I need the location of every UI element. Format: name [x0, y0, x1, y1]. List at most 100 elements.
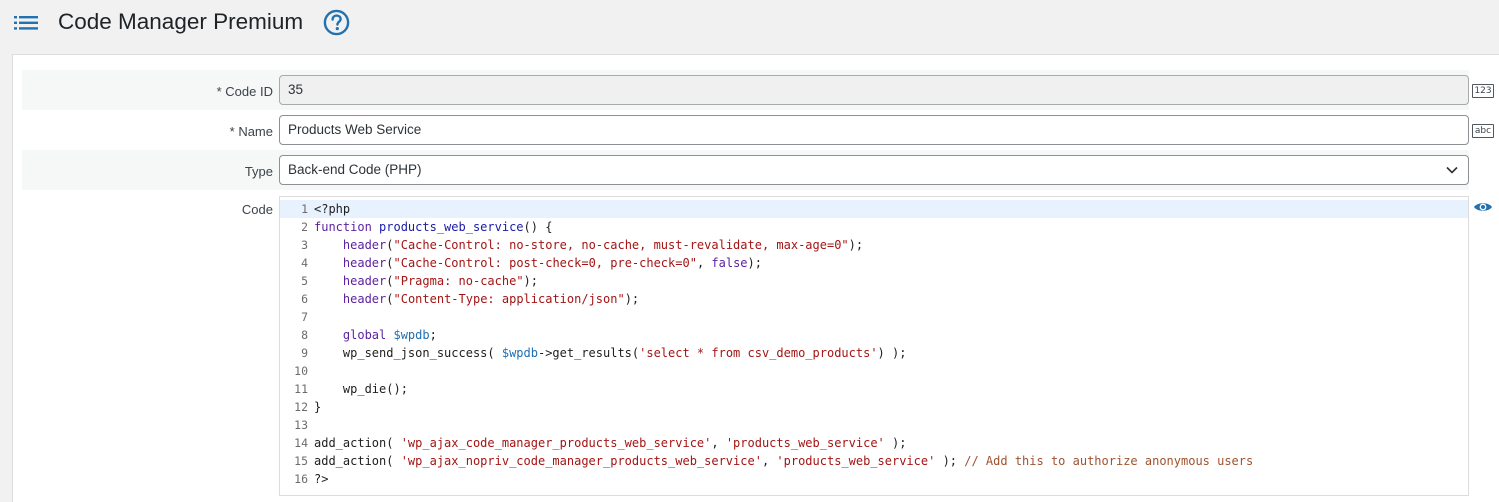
- code-token: add_action(: [314, 436, 401, 450]
- code-token: "Pragma: no-cache": [393, 274, 524, 288]
- line-number: 8: [301, 328, 308, 342]
- code-text: wp_die();: [314, 380, 408, 398]
- code-id-field[interactable]: 35: [279, 75, 1469, 105]
- code-token: );: [624, 292, 640, 306]
- line-number: 16: [294, 472, 308, 486]
- code-text: global $wpdb;: [314, 326, 437, 344]
- type-label: Type: [244, 164, 273, 179]
- code-token: // Add this to authorize anonymous users: [964, 454, 1254, 468]
- line-number: 15: [294, 454, 308, 468]
- text-type-icon: abc: [1472, 124, 1494, 138]
- code-token: $wpdb: [501, 346, 538, 360]
- code-line[interactable]: 15 add_action( 'wp_ajax_nopriv_code_manag…: [280, 452, 1468, 470]
- code-text: add_action( 'wp_ajax_nopriv_code_manager…: [314, 452, 1253, 470]
- code-line[interactable]: 1 <?php: [280, 200, 1468, 218]
- code-line[interactable]: 5 header("Pragma: no-cache");: [280, 272, 1468, 290]
- code-line[interactable]: 12}: [280, 398, 1468, 416]
- code-id-label: * Code ID: [217, 84, 273, 99]
- code-text: <?php: [314, 200, 350, 218]
- required-mark: *: [216, 84, 222, 99]
- code-text: header("Pragma: no-cache");: [314, 272, 538, 290]
- code-token: (: [386, 292, 394, 306]
- code-text: function products_web_service() {: [314, 218, 552, 236]
- code-token: ->get_results(: [537, 346, 640, 360]
- line-number: 11: [294, 382, 308, 396]
- code-line[interactable]: 10: [280, 362, 1468, 380]
- code-id-label-text: Code ID: [225, 84, 273, 99]
- page-header: Code Manager Premium: [0, 0, 1499, 54]
- code-token: 'wp_ajax_nopriv_code_manager_products_we…: [400, 454, 762, 468]
- code-token: }: [314, 400, 322, 414]
- code-token: );: [523, 274, 538, 288]
- code-token: () {: [523, 220, 553, 234]
- code-line[interactable]: 4 header("Cache-Control: post-check=0, p…: [280, 254, 1468, 272]
- type-select[interactable]: Back-end Code (PHP): [279, 155, 1469, 185]
- code-label: Code: [241, 202, 273, 217]
- code-token: ;: [429, 328, 437, 342]
- code-token: ,: [761, 454, 777, 468]
- code-text: }: [314, 398, 321, 416]
- help-circle-icon[interactable]: [323, 9, 350, 36]
- chevron-down-icon: [1446, 166, 1458, 174]
- code-line[interactable]: 9 wp_send_json_success( $wpdb->get_resul…: [280, 344, 1468, 362]
- code-token: 'products_web_service': [776, 454, 936, 468]
- code-text: header("Content-Type: application/json")…: [314, 290, 639, 308]
- code-token: header: [342, 274, 387, 288]
- code-line[interactable]: 8 global $wpdb;: [280, 326, 1468, 344]
- code-token: ,: [711, 436, 726, 450]
- name-input[interactable]: Products Web Service: [279, 115, 1469, 145]
- code-line[interactable]: 3 header("Cache-Control: no-store, no-ca…: [280, 236, 1468, 254]
- line-number: 4: [301, 256, 308, 270]
- line-number: 6: [301, 292, 308, 306]
- code-token: "Cache-Control: post-check=0, pre-check=…: [393, 256, 697, 270]
- eye-icon[interactable]: [1473, 200, 1493, 214]
- line-number: 7: [301, 310, 308, 324]
- name-value: Products Web Service: [288, 122, 422, 137]
- code-line[interactable]: 11 wp_die();: [280, 380, 1468, 398]
- code-line[interactable]: 2 function products_web_service() {: [280, 218, 1468, 236]
- code-token: "Cache-Control: no-store, no-cache, must…: [393, 238, 849, 252]
- code-line[interactable]: 13: [280, 416, 1468, 434]
- code-line[interactable]: 16 ?>: [280, 470, 1468, 488]
- code-token: 'products_web_service': [725, 436, 885, 450]
- code-token: );: [848, 238, 864, 252]
- code-editor[interactable]: 1 <?php 2 function products_web_service() {…: [279, 196, 1469, 496]
- code-token: false: [711, 256, 748, 270]
- code-text: header("Cache-Control: no-store, no-cach…: [314, 236, 863, 254]
- code-token: <?php: [314, 202, 351, 216]
- code-token: );: [884, 436, 907, 450]
- code-token: "Content-Type: application/json": [393, 292, 625, 306]
- line-number: 2: [301, 220, 308, 234]
- line-number: 13: [294, 418, 308, 432]
- name-label-text: Name: [238, 124, 273, 139]
- code-text: add_action( 'wp_ajax_code_manager_produc…: [314, 434, 906, 452]
- code-token: add_action(: [314, 454, 401, 468]
- line-number: 3: [301, 238, 308, 252]
- type-selected-value: Back-end Code (PHP): [288, 162, 422, 177]
- code-token: ?>: [314, 472, 329, 486]
- line-number: 12: [294, 400, 308, 414]
- code-token: function: [314, 220, 380, 234]
- line-number: 10: [294, 364, 308, 378]
- code-line[interactable]: 7: [280, 308, 1468, 326]
- code-token: wp_send_json_success(: [314, 346, 502, 360]
- code-token: 'select * from csv_demo_products': [639, 346, 878, 360]
- code-token: ) );: [877, 346, 907, 360]
- code-token: $wpdb: [393, 328, 430, 342]
- code-id-value: 35: [288, 82, 304, 97]
- line-number: 14: [294, 436, 308, 450]
- line-number: 9: [301, 346, 308, 360]
- code-token: 'wp_ajax_code_manager_products_web_servi…: [400, 436, 712, 450]
- line-number: 5: [301, 274, 308, 288]
- code-token: (: [386, 274, 394, 288]
- code-line[interactable]: 6 header("Content-Type: application/json…: [280, 290, 1468, 308]
- list-menu-icon[interactable]: [14, 14, 38, 32]
- code-token: header: [342, 238, 387, 252]
- code-token: header: [342, 292, 387, 306]
- name-label: * Name: [230, 124, 273, 139]
- code-line[interactable]: 14 add_action( 'wp_ajax_code_manager_prod…: [280, 434, 1468, 452]
